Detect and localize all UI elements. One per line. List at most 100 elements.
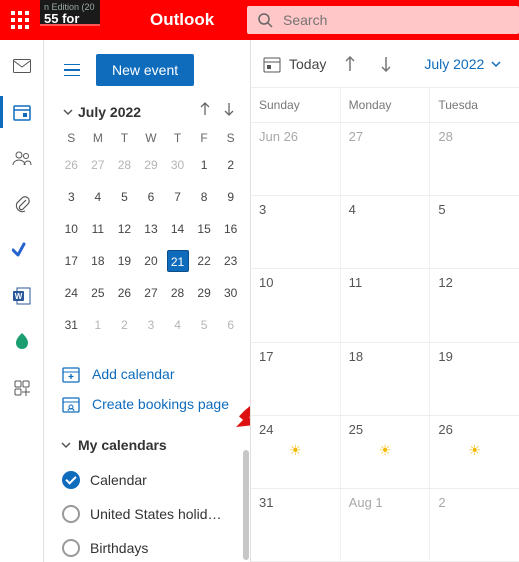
- mini-cal-day[interactable]: 27: [138, 277, 165, 309]
- mini-cal-day[interactable]: 26: [111, 277, 138, 309]
- mini-cal-day[interactable]: 29: [191, 277, 218, 309]
- mini-cal-day[interactable]: 13: [138, 213, 165, 245]
- day-cell[interactable]: 3: [251, 196, 340, 268]
- weekday-col-header: Monday: [340, 88, 430, 122]
- day-cell[interactable]: Aug 1: [340, 489, 430, 561]
- day-cell[interactable]: 24☀: [251, 416, 340, 488]
- mini-cal-day[interactable]: 1: [85, 309, 112, 341]
- day-cell[interactable]: 26☀: [429, 416, 519, 488]
- mini-cal-day[interactable]: 24: [58, 277, 85, 309]
- day-cell[interactable]: 27: [340, 123, 430, 195]
- mini-cal-prev[interactable]: [196, 102, 214, 121]
- mini-cal-day[interactable]: 28: [111, 149, 138, 181]
- app-launcher-icon[interactable]: [0, 0, 40, 40]
- search-input[interactable]: [283, 12, 509, 28]
- new-event-button[interactable]: New event: [96, 54, 194, 86]
- mini-cal-day[interactable]: 6: [217, 309, 244, 341]
- calendar-checkbox[interactable]: [62, 471, 80, 489]
- mini-cal-day[interactable]: 26: [58, 149, 85, 181]
- my-calendars-header[interactable]: My calendars: [58, 437, 238, 453]
- attachments-icon[interactable]: [0, 192, 44, 216]
- bookings-icon[interactable]: [0, 330, 44, 354]
- day-cell[interactable]: 10: [251, 269, 340, 341]
- side-panel: New event July 2022 SMTWTFS 262728293012…: [44, 40, 251, 562]
- mini-calendar: SMTWTFS 26272829301234567891011121314151…: [58, 127, 244, 341]
- mini-cal-day[interactable]: 19: [111, 245, 138, 277]
- mini-cal-day[interactable]: 30: [164, 149, 191, 181]
- day-cell[interactable]: 31: [251, 489, 340, 561]
- mini-cal-day[interactable]: 5: [191, 309, 218, 341]
- search-box[interactable]: [247, 6, 519, 34]
- weekday-header: T: [111, 127, 138, 149]
- mini-cal-day[interactable]: 18: [85, 245, 112, 277]
- mini-cal-day[interactable]: 23: [217, 245, 244, 277]
- mini-cal-day[interactable]: 29: [138, 149, 165, 181]
- word-icon[interactable]: W: [0, 284, 44, 308]
- today-button[interactable]: Today: [263, 55, 326, 73]
- calendar-list-item[interactable]: United States holid…: [58, 497, 238, 531]
- calendar-icon[interactable]: [0, 100, 44, 124]
- mini-cal-day[interactable]: 6: [138, 181, 165, 213]
- day-cell[interactable]: 5: [429, 196, 519, 268]
- day-cell[interactable]: 28: [429, 123, 519, 195]
- mini-cal-day[interactable]: 12: [111, 213, 138, 245]
- mini-cal-day[interactable]: 3: [58, 181, 85, 213]
- mini-cal-day[interactable]: 7: [164, 181, 191, 213]
- mini-cal-collapse[interactable]: [58, 106, 78, 118]
- month-picker[interactable]: July 2022: [424, 56, 502, 72]
- mini-cal-day[interactable]: 21: [164, 245, 191, 277]
- search-icon: [257, 12, 273, 28]
- mini-cal-day[interactable]: 15: [191, 213, 218, 245]
- mini-cal-label: July 2022: [78, 104, 196, 120]
- calendar-list-item[interactable]: Birthdays: [58, 531, 238, 562]
- mini-cal-day[interactable]: 4: [164, 309, 191, 341]
- mini-cal-day[interactable]: 9: [217, 181, 244, 213]
- calendar-checkbox[interactable]: [62, 539, 80, 557]
- mini-cal-day[interactable]: 5: [111, 181, 138, 213]
- mini-cal-day[interactable]: 27: [85, 149, 112, 181]
- mini-cal-day[interactable]: 30: [217, 277, 244, 309]
- calendar-list-item[interactable]: Calendar: [58, 463, 238, 497]
- day-cell[interactable]: 19: [429, 343, 519, 415]
- mini-cal-day[interactable]: 1: [191, 149, 218, 181]
- mini-cal-day[interactable]: 11: [85, 213, 112, 245]
- mini-cal-next[interactable]: [220, 102, 238, 121]
- weekday-header: M: [85, 127, 112, 149]
- mini-cal-day[interactable]: 20: [138, 245, 165, 277]
- mini-cal-day[interactable]: 17: [58, 245, 85, 277]
- app-title: Outlook: [150, 10, 214, 30]
- mini-cal-day[interactable]: 8: [191, 181, 218, 213]
- people-icon[interactable]: [0, 146, 44, 170]
- hamburger-icon[interactable]: [58, 56, 86, 84]
- weather-sun-icon: ☀: [468, 442, 481, 459]
- mini-cal-day[interactable]: 31: [58, 309, 85, 341]
- mini-cal-day[interactable]: 28: [164, 277, 191, 309]
- day-cell[interactable]: Jun 26: [251, 123, 340, 195]
- scrollbar-thumb[interactable]: [243, 450, 249, 560]
- mini-cal-day[interactable]: 3: [138, 309, 165, 341]
- calendar-label: Calendar: [90, 472, 147, 488]
- mail-icon[interactable]: [0, 54, 44, 78]
- create-bookings-link[interactable]: Create bookings page: [58, 389, 238, 419]
- day-cell[interactable]: 2: [429, 489, 519, 561]
- mini-cal-day[interactable]: 14: [164, 213, 191, 245]
- mini-cal-day[interactable]: 10: [58, 213, 85, 245]
- day-cell[interactable]: 12: [429, 269, 519, 341]
- day-cell[interactable]: 17: [251, 343, 340, 415]
- calendar-checkbox[interactable]: [62, 505, 80, 523]
- mini-cal-day[interactable]: 22: [191, 245, 218, 277]
- more-apps-icon[interactable]: [0, 376, 44, 400]
- mini-cal-day[interactable]: 2: [111, 309, 138, 341]
- mini-cal-day[interactable]: 25: [85, 277, 112, 309]
- day-cell[interactable]: 18: [340, 343, 430, 415]
- add-calendar-link[interactable]: Add calendar: [58, 359, 238, 389]
- mini-cal-day[interactable]: 2: [217, 149, 244, 181]
- next-period[interactable]: [374, 52, 398, 76]
- mini-cal-day[interactable]: 16: [217, 213, 244, 245]
- mini-cal-day[interactable]: 4: [85, 181, 112, 213]
- todo-icon[interactable]: [0, 238, 44, 262]
- day-cell[interactable]: 4: [340, 196, 430, 268]
- day-cell[interactable]: 25☀: [340, 416, 430, 488]
- day-cell[interactable]: 11: [340, 269, 430, 341]
- prev-period[interactable]: [338, 52, 362, 76]
